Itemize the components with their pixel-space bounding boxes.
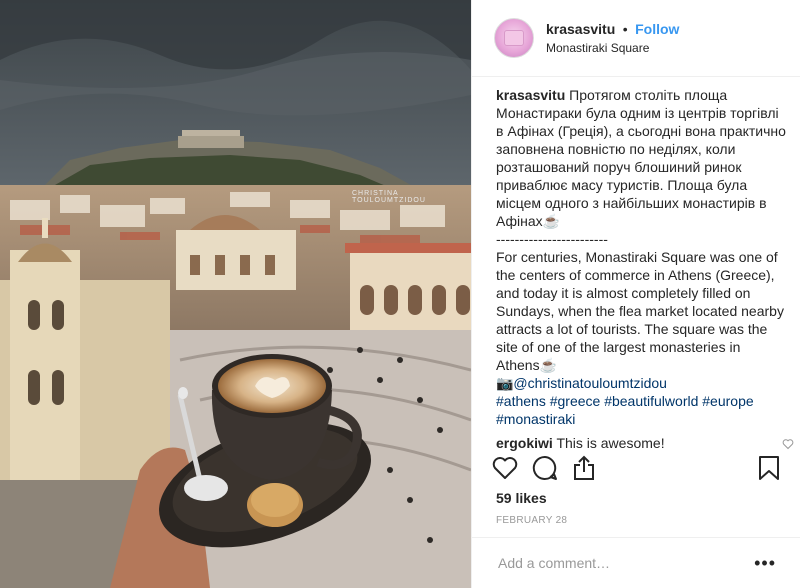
post-sidebar: krasasvitu • Follow Monastiraki Square k…	[471, 0, 800, 588]
follow-button[interactable]: Follow	[635, 21, 679, 37]
location-link[interactable]: Monastiraki Square	[546, 39, 679, 57]
share-upload-icon[interactable]	[572, 455, 596, 486]
post-date: FEBRUARY 28	[496, 515, 568, 526]
comment-item: ergokiwi This is awesome!	[496, 434, 794, 452]
caption: krasasvitu Протягом століть площа Монаст…	[496, 86, 786, 428]
header-username[interactable]: krasasvitu	[546, 21, 615, 37]
comment-text: This is awesome!	[556, 435, 665, 451]
hashtag-beautifulworld[interactable]: #beautifulworld	[604, 393, 698, 409]
bookmark-icon[interactable]	[758, 455, 780, 486]
add-comment-bar: •••	[472, 537, 800, 588]
caption-username[interactable]: krasasvitu	[496, 87, 565, 103]
photo-watermark: CHRISTINA TOULOUMTZIDOU	[352, 190, 426, 204]
heart-outline-icon[interactable]	[492, 456, 518, 485]
more-options-icon[interactable]: •••	[754, 553, 776, 574]
speech-bubble-icon[interactable]	[532, 455, 558, 486]
header-separator: •	[622, 20, 628, 37]
add-comment-input[interactable]	[496, 554, 740, 572]
avatar[interactable]	[494, 18, 534, 58]
instagram-post: CHRISTINA TOULOUMTZIDOU krasasvitu • Fol…	[0, 0, 800, 588]
action-bar	[492, 455, 610, 486]
caption-text-ua: Протягом століть площа Монастираки була …	[496, 87, 786, 229]
comment-like-heart-icon[interactable]	[782, 436, 794, 454]
hashtag-athens[interactable]: #athens	[496, 393, 546, 409]
athens-photo-illustration	[0, 0, 471, 588]
comment-username[interactable]: ergokiwi	[496, 435, 553, 451]
hashtag-monastiraki[interactable]: #monastiraki	[496, 411, 575, 427]
likes-count[interactable]: 59 likes	[496, 490, 547, 506]
caption-text-en: For centuries, Monastiraki Square was on…	[496, 249, 784, 373]
comments-section: krasasvitu Протягом століть площа Монаст…	[496, 86, 794, 452]
avatar-logo-icon	[504, 30, 524, 46]
post-photo[interactable]: CHRISTINA TOULOUMTZIDOU	[0, 0, 471, 588]
hashtag-europe[interactable]: #europe	[702, 393, 753, 409]
credit-mention[interactable]: 📷@christinatouloumtzidou	[496, 375, 667, 391]
caption-divider: ------------------------	[496, 231, 608, 247]
header-meta: krasasvitu • Follow Monastiraki Square	[546, 20, 679, 57]
post-header: krasasvitu • Follow Monastiraki Square	[472, 0, 800, 77]
hashtag-greece[interactable]: #greece	[550, 393, 601, 409]
